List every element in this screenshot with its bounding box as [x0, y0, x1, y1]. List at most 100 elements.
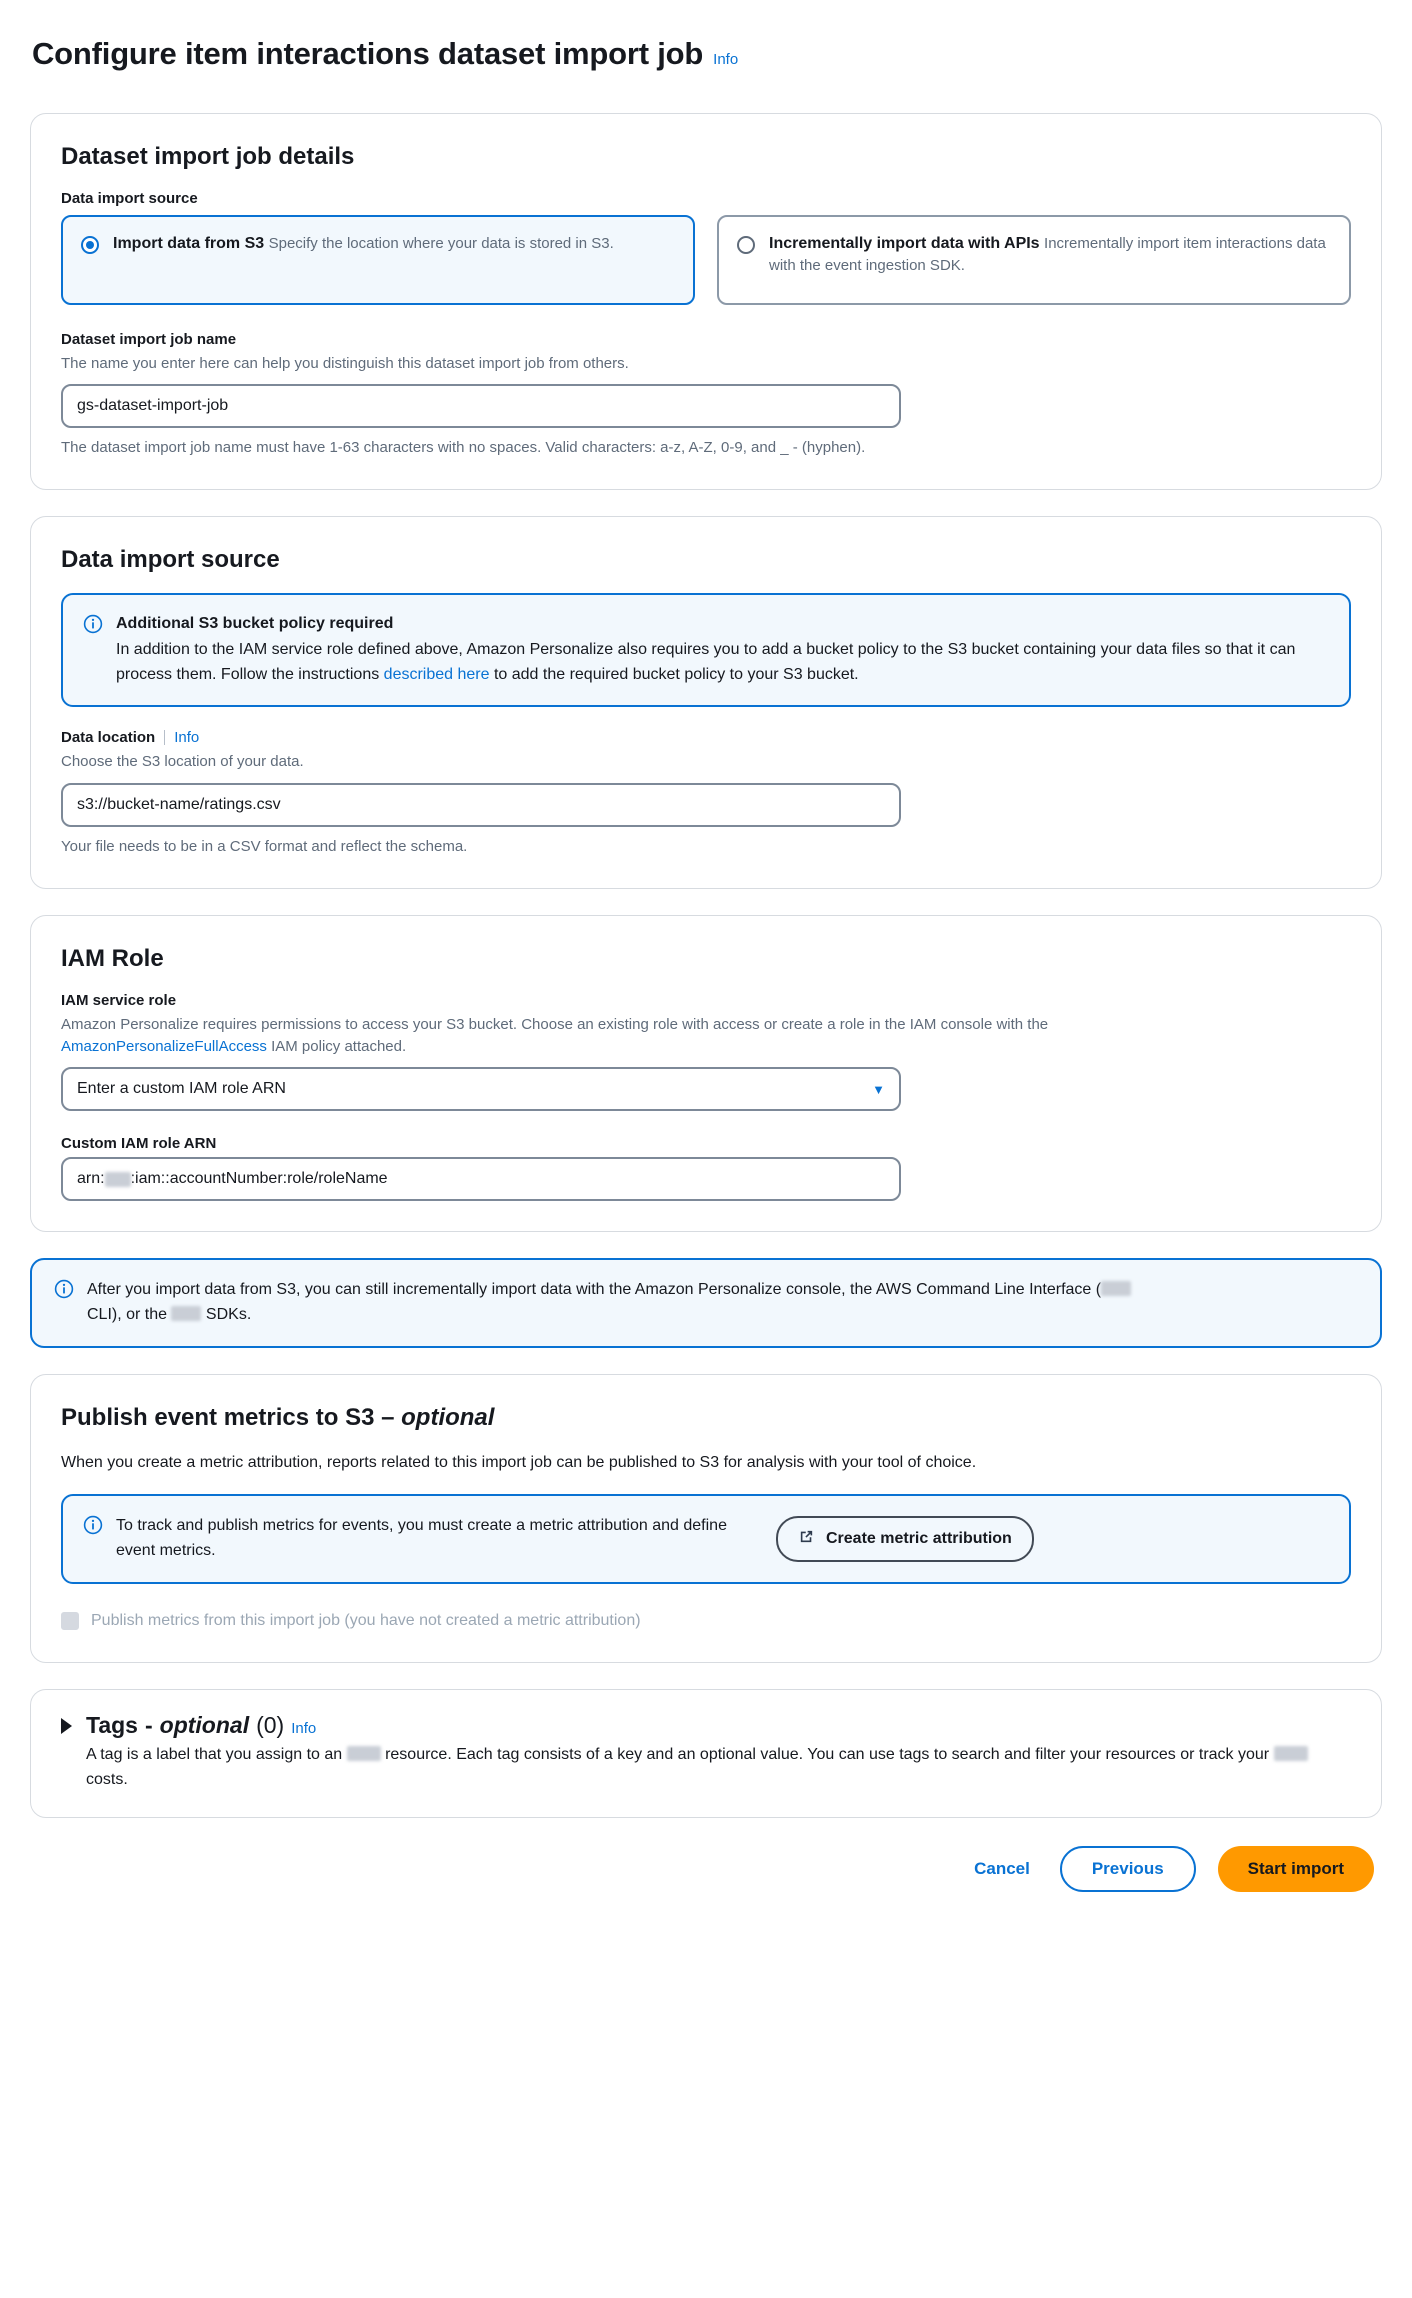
- metric-attribution-alert: To track and publish metrics for events,…: [61, 1494, 1351, 1584]
- tags-card: Tags - optional (0) Info A tag is a label …: [30, 1689, 1382, 1818]
- tags-title: Tags - optional (0) Info: [86, 1712, 316, 1739]
- job-name-label-text: Dataset import job name: [61, 330, 237, 348]
- radio-tile-import-from-s3-title: Import data from S3: [113, 234, 265, 252]
- wizard-footer-actions: Cancel Previous Start import: [30, 1840, 1382, 1892]
- incremental-text-part3: SDKs.: [201, 1306, 252, 1324]
- metrics-title-dash: –: [374, 1404, 402, 1431]
- radio-tile-import-from-s3-text: Import data from S3 Specify the location…: [113, 233, 675, 255]
- metrics-card-description: When you create a metric attribution, re…: [61, 1454, 977, 1471]
- iam-desc-after-link: IAM policy attached.: [266, 1037, 407, 1055]
- job-name-label: Dataset import job name: [61, 331, 1351, 348]
- iam-desc-before-link: Amazon Personalize requires permissions …: [61, 1015, 1049, 1033]
- amazon-personalize-full-access-link[interactable]: AmazonPersonalizeFullAccess: [61, 1038, 267, 1055]
- described-here-link[interactable]: described here: [384, 666, 490, 683]
- s3-bucket-policy-alert: Additional S3 bucket policy required In …: [61, 593, 1351, 708]
- redacted-aws-text-4: [1273, 1746, 1308, 1762]
- custom-arn-prefix: arn:: [77, 1170, 105, 1188]
- tags-info-link[interactable]: Info: [291, 1720, 316, 1737]
- s3-bucket-policy-alert-body: Additional S3 bucket policy required In …: [116, 613, 1329, 687]
- chevron-down-icon[interactable]: ▼: [872, 1083, 885, 1096]
- data-location-field: Data location Info Choose the S3 locatio…: [61, 729, 1351, 858]
- info-icon: [54, 1279, 74, 1304]
- info-icon: [83, 614, 103, 639]
- metrics-title-optional: optional: [401, 1404, 495, 1431]
- custom-iam-role-arn-field: Custom IAM role ARN arn: :iam::accountNum…: [61, 1135, 1351, 1202]
- radio-tile-import-from-s3[interactable]: Import data from S3 Specify the location…: [61, 214, 695, 305]
- metrics-title-main: Publish event metrics to S3: [61, 1404, 375, 1431]
- custom-arn-input[interactable]: arn: :iam::accountNumber:role/roleName: [61, 1157, 901, 1202]
- details-card-title: Dataset import job details: [61, 142, 355, 170]
- s3-bucket-policy-alert-text: In addition to the IAM service role defi…: [116, 638, 1329, 688]
- iam-service-role-label: IAM service role: [61, 992, 1351, 1009]
- redacted-aws-text-1: [1101, 1281, 1132, 1297]
- data-location-hint: Your file needs to be in a CSV format an…: [61, 838, 468, 856]
- radio-icon-incremental-apis[interactable]: [737, 235, 755, 254]
- page-info-link[interactable]: Info: [713, 51, 738, 68]
- incremental-import-info-alert: After you import data from S3, you can s…: [30, 1258, 1382, 1348]
- source-card-title: Data import source: [61, 546, 280, 574]
- triangle-right-icon[interactable]: [61, 1717, 72, 1734]
- job-name-input[interactable]: gs-dataset-import-job: [61, 384, 901, 429]
- redacted-partition-text: [104, 1171, 131, 1187]
- radio-tile-incremental-apis-title: Incrementally import data with APIs: [769, 234, 1040, 252]
- data-location-input[interactable]: s3://bucket-name/ratings.csv: [61, 783, 901, 828]
- info-icon: [83, 1515, 103, 1540]
- page-title: Configure item interactions dataset impo…: [32, 35, 704, 71]
- page-header: Configure item interactions dataset impo…: [32, 14, 1382, 93]
- create-metric-attribution-button[interactable]: Create metric attribution: [776, 1515, 1034, 1562]
- tags-title-dash: -: [144, 1712, 153, 1739]
- tags-expand-toggle[interactable]: Tags - optional (0) Info: [61, 1712, 1351, 1739]
- external-link-icon: [798, 1528, 815, 1550]
- data-import-source-card: Data import source Additional S3 bucket …: [30, 516, 1382, 889]
- metric-attribution-alert-body: To track and publish metrics for events,…: [116, 1514, 1329, 1564]
- data-location-label-text: Data location: [61, 729, 156, 747]
- radio-icon-import-from-s3[interactable]: [81, 235, 99, 254]
- tags-title-text: Tags: [86, 1712, 138, 1739]
- incremental-text-part2: CLI), or the: [87, 1306, 172, 1324]
- s3-bucket-policy-alert-title: Additional S3 bucket policy required: [116, 615, 394, 633]
- publish-metrics-checkbox-label: Publish metrics from this import job (yo…: [91, 1611, 641, 1629]
- radio-tile-incremental-apis-text: Incrementally import data with APIs Incr…: [769, 233, 1331, 277]
- create-metric-attribution-label: Create metric attribution: [826, 1529, 1012, 1547]
- configure-import-job-page: Configure item interactions dataset impo…: [0, 0, 1412, 1916]
- radio-tile-import-from-s3-desc: Specify the location where your data is …: [268, 234, 614, 252]
- custom-arn-label: Custom IAM role ARN: [61, 1135, 1351, 1152]
- data-location-info-link[interactable]: Info: [174, 729, 199, 746]
- custom-arn-label-text: Custom IAM role ARN: [61, 1135, 217, 1153]
- publish-event-metrics-card: Publish event metrics to S3 – optional W…: [30, 1374, 1382, 1664]
- data-location-label: Data location Info: [61, 729, 1351, 746]
- iam-service-role-description: Amazon Personalize requires permissions …: [61, 1014, 1181, 1058]
- incremental-import-info-text: After you import data from S3, you can s…: [87, 1278, 1147, 1328]
- iam-service-role-label-text: IAM service role: [61, 991, 177, 1009]
- tags-count: (0): [256, 1712, 285, 1739]
- radio-tile-incremental-apis[interactable]: Incrementally import data with APIs Incr…: [717, 214, 1351, 305]
- label-divider: [164, 730, 166, 746]
- tags-desc-part1: A tag is a label that you assign to an: [86, 1746, 347, 1764]
- iam-role-card: IAM Role IAM service role Amazon Persona…: [30, 914, 1382, 1233]
- data-import-source-label-text: Data import source: [61, 189, 198, 207]
- custom-arn-suffix: :iam::accountNumber:role/roleName: [130, 1170, 388, 1188]
- data-import-source-label: Data import source: [61, 190, 1351, 207]
- dataset-import-job-name-field: Dataset import job name The name you ent…: [61, 331, 1351, 460]
- redacted-aws-text-3: [346, 1746, 381, 1762]
- previous-button[interactable]: Previous: [1059, 1845, 1196, 1892]
- start-import-button[interactable]: Start import: [1217, 1845, 1374, 1892]
- job-name-description: The name you enter here can help you dis…: [61, 354, 629, 372]
- metric-attribution-alert-text: To track and publish metrics for events,…: [116, 1517, 727, 1559]
- publish-metrics-checkbox-row[interactable]: Publish metrics from this import job (yo…: [61, 1610, 1351, 1632]
- cancel-button[interactable]: Cancel: [966, 1849, 1038, 1889]
- job-name-constraint-hint: The dataset import job name must have 1-…: [61, 439, 866, 457]
- iam-card-title: IAM Role: [61, 944, 164, 972]
- data-location-description: Choose the S3 location of your data.: [61, 753, 304, 771]
- publish-metrics-checkbox[interactable]: [61, 1611, 79, 1630]
- iam-role-select[interactable]: Enter a custom IAM role ARN ▼: [61, 1067, 901, 1112]
- dataset-import-job-details-card: Dataset import job details Data import s…: [30, 112, 1382, 491]
- redacted-aws-text-2: [171, 1306, 202, 1322]
- tags-description: A tag is a label that you assign to an r…: [86, 1743, 1351, 1793]
- iam-role-select-value: Enter a custom IAM role ARN: [77, 1080, 286, 1098]
- incremental-text-part1: After you import data from S3, you can s…: [87, 1281, 1102, 1299]
- tags-desc-part2: resource. Each tag consists of a key and…: [380, 1746, 1274, 1764]
- alert-text-after-link: to add the required bucket policy to you…: [489, 665, 859, 683]
- tags-title-optional: optional: [159, 1712, 250, 1739]
- data-import-source-radio-group: Import data from S3 Specify the location…: [61, 214, 1351, 305]
